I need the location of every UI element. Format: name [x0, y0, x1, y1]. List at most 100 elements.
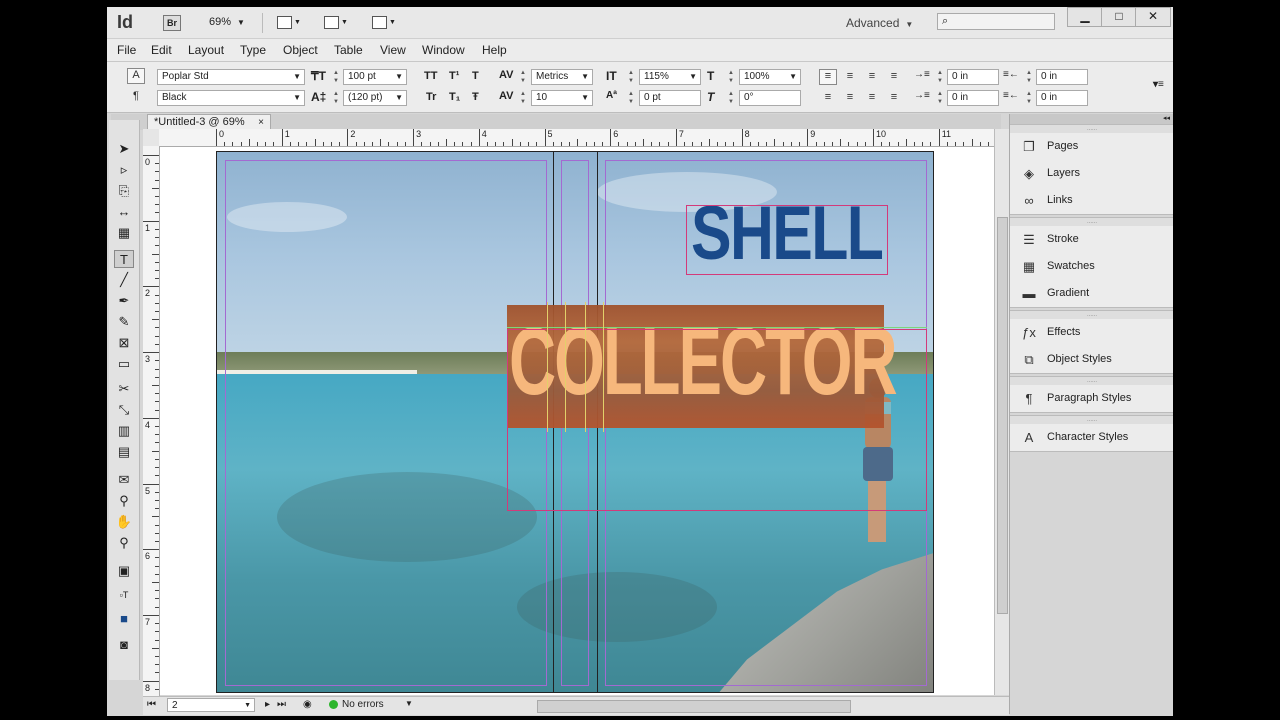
last-line-indent-field[interactable]: 0 in: [1036, 90, 1088, 106]
justify-right-button[interactable]: ≡: [863, 90, 881, 106]
vertical-scale-field[interactable]: 115% ▼: [639, 69, 701, 85]
page-tool[interactable]: ⎘: [114, 182, 134, 200]
kerning-stepper[interactable]: ▲ ▼: [519, 69, 527, 85]
open-document-icon[interactable]: ◉: [303, 699, 312, 710]
subscript-button[interactable]: T₁: [449, 91, 460, 103]
all-caps-button[interactable]: TT: [424, 70, 437, 82]
line-tool[interactable]: ╱: [114, 271, 134, 289]
menu-object[interactable]: Object: [283, 43, 318, 57]
panel-item-stroke[interactable]: ☰ Stroke: [1010, 226, 1173, 253]
panel-item-gradient[interactable]: ▬ Gradient: [1010, 280, 1173, 307]
selection-tool[interactable]: ➤: [114, 140, 134, 158]
left-indent-stepper[interactable]: ▲ ▼: [936, 69, 944, 85]
vertical-scrollbar[interactable]: [994, 129, 1009, 695]
small-caps-button[interactable]: Tr: [426, 91, 436, 103]
pasteboard[interactable]: COLLECTOR SHELL: [160, 147, 995, 695]
gap-tool[interactable]: ↔: [114, 203, 134, 221]
screen-mode-button[interactable]: ▼: [324, 15, 350, 30]
menu-edit[interactable]: Edit: [151, 43, 172, 57]
menu-help[interactable]: Help: [482, 43, 507, 57]
close-icon[interactable]: ×: [258, 115, 264, 130]
panel-group-grip[interactable]: ......: [1010, 311, 1173, 319]
shell-text-frame[interactable]: [686, 205, 888, 275]
maximize-button[interactable]: □: [1101, 7, 1137, 27]
hand-tool[interactable]: ✋: [114, 513, 134, 531]
note-tool[interactable]: ✉: [114, 471, 134, 489]
align-center-button[interactable]: ≡: [841, 69, 859, 85]
rectangle-tool[interactable]: ▭: [114, 355, 134, 373]
vertical-scale-stepper[interactable]: ▲ ▼: [627, 69, 635, 85]
gradient-feather-tool[interactable]: ▤: [114, 443, 134, 461]
menu-layout[interactable]: Layout: [188, 43, 224, 57]
horizontal-scale-field[interactable]: 100% ▼: [739, 69, 801, 85]
font-size-field[interactable]: 100 pt ▼: [343, 69, 407, 85]
first-page-icon[interactable]: ⏮: [147, 699, 156, 710]
pencil-tool[interactable]: ✎: [114, 313, 134, 331]
close-button[interactable]: ✕: [1135, 7, 1171, 27]
panel-group-grip[interactable]: ......: [1010, 416, 1173, 424]
zoom-tool[interactable]: ⚲: [114, 534, 134, 552]
tracking-stepper[interactable]: ▲ ▼: [519, 90, 527, 106]
vertical-ruler[interactable]: 0 1 2 3 4 5 6 7 8: [143, 146, 160, 696]
ruler-origin[interactable]: [143, 129, 160, 147]
vertical-scroll-thumb[interactable]: [997, 217, 1008, 614]
panel-group-grip[interactable]: ......: [1010, 218, 1173, 226]
content-collector-tool[interactable]: ▦: [114, 224, 134, 242]
leading-field[interactable]: (120 pt) ▼: [343, 90, 407, 106]
gradient-swatch-tool[interactable]: ▥: [114, 422, 134, 440]
minimize-button[interactable]: ▁: [1067, 7, 1103, 27]
zoom-level-dropdown[interactable]: 69% ▼: [209, 16, 245, 28]
type-tool[interactable]: T: [114, 250, 134, 268]
menu-view[interactable]: View: [380, 43, 406, 57]
workspace-switcher[interactable]: Advanced ▼: [846, 16, 913, 30]
right-indent-field[interactable]: 0 in: [1036, 69, 1088, 85]
paragraph-formatting-button[interactable]: ¶: [127, 89, 145, 105]
baseline-shift-stepper[interactable]: ▲ ▼: [627, 90, 635, 106]
menu-table[interactable]: Table: [334, 43, 363, 57]
pen-tool[interactable]: ✒: [114, 292, 134, 310]
first-line-indent-field[interactable]: 0 in: [947, 90, 999, 106]
superscript-button[interactable]: T¹: [449, 70, 459, 82]
panel-group-grip[interactable]: ......: [1010, 125, 1173, 133]
preflight-status[interactable]: No errors: [329, 699, 384, 710]
collapse-panels-icon[interactable]: ◂◂: [1010, 114, 1173, 124]
panel-item-links[interactable]: ∞ Links: [1010, 187, 1173, 214]
align-towards-spine-button[interactable]: ≡: [885, 69, 903, 85]
justify-left-button[interactable]: ≡: [819, 90, 837, 106]
skew-stepper[interactable]: ▲ ▼: [727, 90, 735, 106]
panel-item-pages[interactable]: ❐ Pages: [1010, 133, 1173, 160]
first-line-indent-stepper[interactable]: ▲ ▼: [936, 90, 944, 106]
bridge-button[interactable]: Br: [163, 15, 181, 31]
justify-center-button[interactable]: ≡: [841, 90, 859, 106]
align-right-button[interactable]: ≡: [863, 69, 881, 85]
baseline-shift-field[interactable]: 0 pt: [639, 90, 701, 106]
arrange-documents-button[interactable]: ▼: [372, 15, 398, 30]
last-page-icon[interactable]: ⏭: [277, 699, 286, 710]
character-formatting-button[interactable]: A: [127, 68, 145, 84]
chevron-down-icon[interactable]: ▼: [405, 699, 413, 708]
document-page[interactable]: COLLECTOR SHELL: [216, 151, 934, 693]
scissors-tool[interactable]: ✂: [114, 380, 134, 398]
menu-window[interactable]: Window: [422, 43, 465, 57]
normal-view-icon[interactable]: ■: [114, 610, 134, 628]
panel-group-grip[interactable]: ......: [1010, 377, 1173, 385]
free-transform-tool[interactable]: ⤡: [114, 401, 134, 419]
horizontal-ruler[interactable]: 0 1 2 3 4 5 6 7 8 9 10 11: [159, 129, 997, 147]
fill-stroke-icon[interactable]: ▣: [114, 562, 134, 580]
panel-item-effects[interactable]: ƒx Effects: [1010, 319, 1173, 346]
panel-item-paragraph-styles[interactable]: ¶ Paragraph Styles: [1010, 385, 1173, 412]
menu-file[interactable]: File: [117, 43, 136, 57]
horizontal-scroll-thumb[interactable]: [537, 700, 851, 713]
font-family-field[interactable]: Poplar Std ▼: [157, 69, 305, 85]
skew-field[interactable]: 0°: [739, 90, 801, 106]
font-style-field[interactable]: Black ▼: [157, 90, 305, 106]
leading-stepper[interactable]: ▲ ▼: [332, 90, 340, 106]
page-number-field[interactable]: 2 ▼: [167, 698, 255, 712]
rectangle-frame-tool[interactable]: ⊠: [114, 334, 134, 352]
direct-selection-tool[interactable]: ▹: [114, 161, 134, 179]
panel-item-object-styles[interactable]: ⧉ Object Styles: [1010, 346, 1173, 373]
right-indent-stepper[interactable]: ▲ ▼: [1025, 69, 1033, 85]
eyedropper-tool[interactable]: ⚲: [114, 492, 134, 510]
justify-all-button[interactable]: ≡: [885, 90, 903, 106]
tracking-field[interactable]: 10 ▼: [531, 90, 593, 106]
